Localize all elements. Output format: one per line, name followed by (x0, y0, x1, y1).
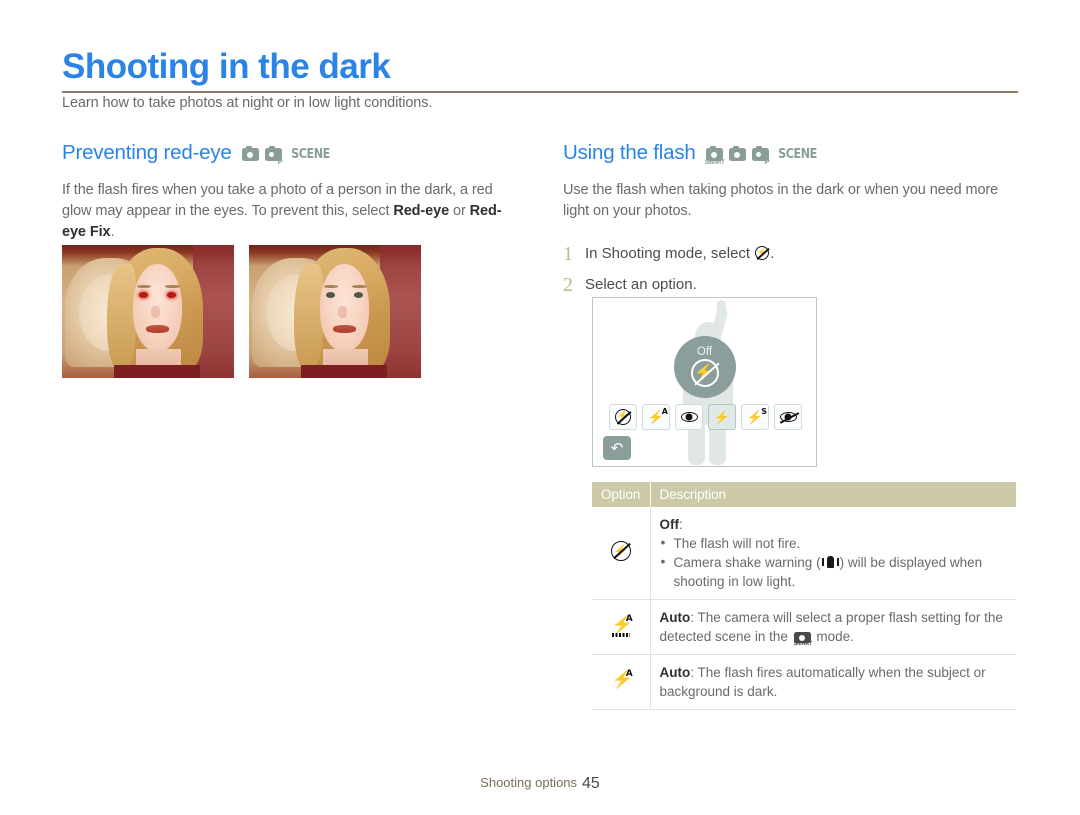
body-text-part-3: . (110, 224, 115, 240)
step-2-number: 2 (563, 274, 573, 296)
step-1-text-before: In Shooting mode, select (585, 245, 755, 262)
footer-label: Shooting options (480, 775, 578, 790)
program-label: P (277, 157, 283, 166)
photo-with-red-eye (62, 245, 234, 378)
step-2: 2 Select an option. (563, 275, 1018, 295)
back-button[interactable]: ↶ (603, 436, 631, 460)
scene-icon: SCENE (290, 147, 330, 162)
flash-options-bar: A S (609, 404, 802, 430)
table-row-auto: A Auto: The flash fires automatically wh… (592, 654, 1016, 710)
step-1-text: In Shooting mode, select . (585, 244, 774, 264)
option-title-auto-smart: Auto (659, 610, 691, 625)
page-title: Shooting in the dark (62, 47, 391, 86)
using-the-flash-heading-row: Using the flash SMART P SCENE (563, 140, 1018, 166)
eye-left-red (139, 292, 149, 298)
step-2-text: Select an option. (585, 276, 697, 293)
row-description-cell: Auto: The camera will select a proper fl… (650, 599, 1016, 655)
row-icon-cell (592, 507, 651, 600)
slow-sync-option[interactable]: S (741, 404, 769, 430)
section-title-preventing-red-eye: Preventing red-eye (62, 141, 232, 164)
flash-options-table: Option Description Off: The flash will n… (592, 482, 1016, 710)
smart-label: SMART (704, 160, 725, 166)
red-eye-fix-option[interactable] (774, 404, 802, 430)
auto-text: : The flash fires automatically when the… (659, 665, 986, 699)
photo-without-red-eye (249, 245, 421, 378)
left-column: Preventing red-eye P SCENE If the flash … (62, 140, 522, 243)
bullet-2-pre: Camera shake warning ( (673, 555, 821, 570)
column-header-description: Description (650, 482, 1016, 507)
flash-off-icon (615, 409, 631, 425)
right-column: Using the flash SMART P SCENE Use the fl… (563, 140, 1018, 306)
selected-flash-label: Off (696, 346, 713, 358)
red-eye-option[interactable] (675, 404, 703, 430)
page-header: Shooting in the dark (62, 46, 1018, 93)
section-title-using-the-flash: Using the flash (563, 141, 696, 164)
auto-flash-smart-option[interactable]: A (642, 404, 670, 430)
eye-slash-icon (779, 412, 797, 422)
left-mode-icons: P SCENE (241, 144, 333, 165)
eye-icon (680, 412, 698, 422)
body-text-part-2: or (449, 203, 470, 219)
bullet-1: The flash will not fire. (660, 533, 1008, 553)
bullet-2: Camera shake warning () will be displaye… (660, 552, 1008, 591)
red-eye-sample-photos (62, 245, 421, 378)
program-icon: P (264, 145, 283, 165)
smart-auto-icon: SMART (705, 145, 725, 166)
smart-auto-icon: SMART (793, 630, 812, 647)
flash-off-icon (690, 359, 719, 387)
scene-icon: SCENE (777, 147, 817, 162)
off-bullets: The flash will not fire. Camera shake wa… (660, 533, 1008, 591)
fill-in-option[interactable] (708, 404, 736, 430)
using-the-flash-body: Use the flash when taking photos in the … (563, 182, 999, 219)
row-description-cell: Auto: The flash fires automatically when… (650, 654, 1016, 710)
flash-slow-icon: S (746, 407, 767, 426)
option-title-off: Off: (659, 517, 683, 532)
step-1-number: 1 (563, 243, 573, 265)
step-1: 1 In Shooting mode, select . (563, 244, 1018, 264)
flash-off-icon (755, 246, 770, 260)
page-number: 45 (582, 775, 600, 792)
manual-page: Shooting in the dark Learn how to take p… (0, 0, 1080, 815)
program-icon: P (751, 145, 770, 165)
table-row-auto-smart: A Auto: The camera will select a proper … (592, 599, 1016, 655)
flash-auto-icon: A (647, 407, 668, 426)
column-header-option: Option (592, 482, 651, 507)
right-mode-icons: SMART P SCENE (705, 144, 820, 166)
preventing-red-eye-heading-row: Preventing red-eye P SCENE (62, 140, 522, 166)
step-1-text-after: . (770, 245, 775, 262)
camera-icon (241, 145, 259, 161)
eye-right-normal (353, 292, 363, 298)
table-header-row: Option Description (592, 482, 1016, 507)
auto-smart-text-after: mode. (812, 629, 854, 644)
flash-off-icon (610, 540, 631, 561)
selected-flash-badge: Off (673, 336, 736, 398)
row-icon-cell: A (592, 654, 651, 710)
title-divider (62, 91, 1018, 93)
flash-auto-smart-icon: A (609, 614, 633, 637)
body-text-bold-red-eye: Red-eye (393, 203, 450, 219)
option-title-auto: Auto (659, 665, 691, 680)
flash-off-option[interactable] (609, 404, 637, 430)
table-row-off: Off: The flash will not fire. Camera sha… (592, 507, 1016, 600)
page-intro: Learn how to take photos at night or in … (62, 95, 433, 111)
row-icon-cell: A (592, 599, 651, 655)
camera-icon (728, 145, 746, 161)
flash-steps: 1 In Shooting mode, select . 2 Select an… (563, 244, 1018, 295)
eye-left-normal (326, 292, 336, 298)
camera-shake-icon (821, 556, 839, 569)
flash-icon (713, 408, 731, 426)
program-label: P (764, 157, 770, 166)
page-footer: Shooting options 45 (0, 775, 1080, 793)
camera-lcd-screenshot: Off A S ↶ (592, 297, 817, 467)
flash-auto-icon: A (609, 669, 633, 691)
eye-right-red (166, 292, 176, 298)
slow-superscript: S (761, 407, 767, 416)
auto-superscript: A (661, 407, 668, 416)
preventing-red-eye-body: If the flash fires when you take a photo… (62, 180, 522, 243)
row-description-cell: Off: The flash will not fire. Camera sha… (650, 507, 1016, 600)
